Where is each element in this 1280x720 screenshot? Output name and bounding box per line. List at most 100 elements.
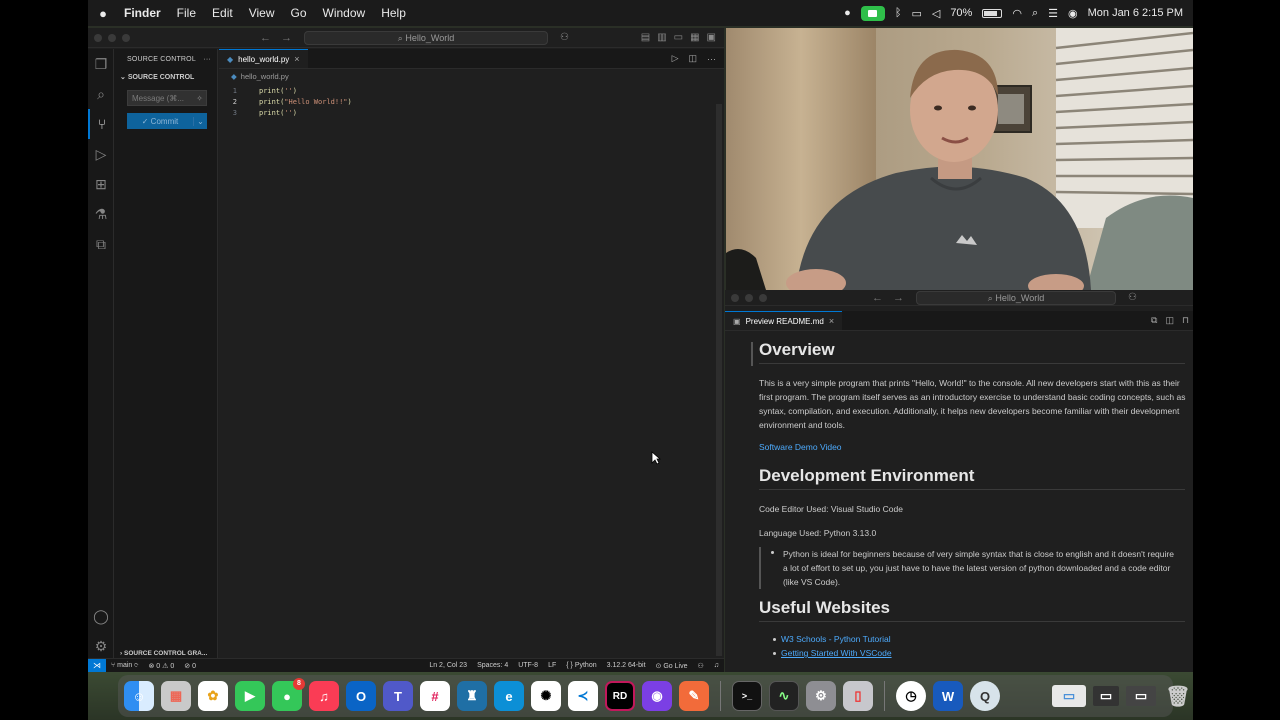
recent-window-icon[interactable]: ▭ — [1126, 686, 1156, 706]
word-icon[interactable]: W — [933, 681, 963, 711]
split-editor-icon[interactable]: ◫ — [1165, 315, 1174, 326]
back-arrow-icon[interactable]: ← — [260, 32, 271, 44]
code-line[interactable]: 2 print("Hello World!!") — [219, 96, 724, 107]
run-python-icon[interactable]: ▷ — [672, 53, 679, 64]
minimize-window-button[interactable] — [108, 33, 116, 42]
close-tab-icon[interactable]: × — [829, 316, 834, 326]
copilot-status-icon[interactable]: ⚇ — [692, 662, 708, 670]
github-desktop-alt-icon[interactable]: ♜ — [457, 681, 487, 711]
source-control-section[interactable]: ⌄ SOURCE CONTROL — [114, 69, 217, 85]
chatgpt-icon[interactable]: ✺ — [531, 681, 561, 711]
close-tab-icon[interactable]: × — [294, 54, 299, 64]
outlook-icon[interactable]: O — [346, 681, 376, 711]
language-mode[interactable]: { } Python — [561, 662, 601, 670]
w3schools-link[interactable]: W3 Schools - Python Tutorial — [773, 634, 891, 644]
system-settings-icon[interactable]: ⚙ — [806, 681, 836, 711]
messages-icon[interactable]: ● 8 — [272, 678, 305, 711]
clock-app-icon[interactable]: ◷ — [896, 681, 926, 711]
customize-layout-icon[interactable]: ▣ — [707, 32, 716, 43]
apple-menu-icon[interactable]: ● — [90, 6, 116, 21]
end-of-line[interactable]: LF — [543, 662, 561, 670]
rider-icon[interactable]: RD — [605, 681, 635, 711]
manage-gear-icon[interactable]: ⚙ — [88, 631, 114, 661]
toggle-sidebar-icon[interactable]: ▥ — [657, 32, 666, 43]
trash-icon[interactable]: 🗑 — [1163, 681, 1193, 711]
control-center-icon[interactable]: ☰ — [1048, 7, 1058, 20]
source-control-icon[interactable]: ⑂ — [88, 109, 114, 139]
slack-icon[interactable]: # — [420, 681, 450, 711]
encoding[interactable]: UTF-8 — [513, 662, 543, 670]
screenshot-window-icon[interactable]: ▭ — [1093, 686, 1119, 706]
bluetooth-icon[interactable]: ᛒ — [895, 7, 902, 19]
battery-icon[interactable] — [982, 8, 1003, 18]
github-desktop-icon[interactable]: ◉ — [642, 681, 672, 711]
copilot-icon[interactable]: ⚇ — [560, 32, 569, 43]
go-live-button[interactable]: ⊙ Go Live — [651, 662, 693, 670]
explorer-icon[interactable]: ❐ — [88, 49, 114, 79]
launchpad-icon[interactable]: ▦ — [161, 681, 191, 711]
facetime-icon[interactable]: ▶ — [235, 681, 265, 711]
menu-help[interactable]: Help — [373, 6, 414, 20]
spotlight-icon[interactable]: ⌕ — [1032, 7, 1038, 20]
split-editor-icon[interactable]: ◫ — [688, 53, 697, 64]
remote-explorer-icon[interactable]: ⧉ — [88, 229, 114, 259]
wifi-icon[interactable]: ◠ — [1012, 7, 1022, 20]
remote-indicator-icon[interactable]: ⋊ — [88, 658, 106, 673]
close-window-button[interactable] — [731, 293, 739, 302]
commit-message-input[interactable]: Message (⌘... ✧ — [127, 90, 207, 106]
testing-icon[interactable]: ⚗ — [88, 199, 114, 229]
commit-dropdown-icon[interactable]: ⌄ — [193, 116, 207, 126]
teams-icon[interactable]: T — [383, 681, 413, 711]
forward-arrow-icon[interactable]: → — [893, 292, 904, 304]
menu-view[interactable]: View — [241, 6, 283, 20]
more-actions-icon[interactable]: ··· — [203, 56, 217, 63]
menu-finder[interactable]: Finder — [116, 6, 169, 20]
zoom-window-button[interactable] — [759, 293, 767, 302]
editor-more-icon[interactable]: ··· — [707, 54, 716, 64]
code-editor[interactable]: 1 print('') 2 print("Hello World!!") 3 p… — [219, 83, 724, 118]
photos-icon[interactable]: ✿ — [198, 681, 228, 711]
terminal-icon[interactable]: >_ — [732, 681, 762, 711]
zoom-window-button[interactable] — [122, 33, 130, 42]
search-icon[interactable]: ⌕ — [88, 79, 114, 109]
ports-indicator[interactable]: ⊘ 0 — [179, 662, 201, 670]
extensions-icon[interactable]: ⊞ — [88, 169, 114, 199]
command-center-search[interactable]: ⌕ Hello_World — [916, 290, 1116, 305]
software-demo-video-link[interactable]: Software Demo Video — [759, 442, 842, 452]
copilot-icon[interactable]: ⚇ — [1128, 292, 1137, 303]
source-control-graph-section[interactable]: › SOURCE CONTROL GRA... — [120, 650, 207, 657]
camera-in-use-icon[interactable] — [860, 5, 885, 21]
cursor-position[interactable]: Ln 2, Col 23 — [424, 662, 472, 670]
toggle-panel-icon[interactable]: ▭ — [674, 32, 683, 43]
lock-icon[interactable]: ⊓ — [1182, 315, 1189, 326]
generate-message-icon[interactable]: ✧ — [196, 94, 206, 103]
record-icon[interactable]: ● — [844, 7, 851, 19]
back-arrow-icon[interactable]: ← — [872, 292, 883, 304]
sketch-pen-icon[interactable]: ✎ — [679, 681, 709, 711]
finder-icon[interactable]: ☺ — [124, 681, 154, 711]
close-window-button[interactable] — [94, 33, 102, 42]
menu-go[interactable]: Go — [283, 6, 315, 20]
commit-button[interactable]: ✓ Commit ⌄ — [127, 113, 207, 129]
command-center-search[interactable]: ⌕ Hello_World — [304, 30, 548, 45]
code-line[interactable]: 3 print('') — [219, 107, 724, 118]
account-icon[interactable]: ◯ — [88, 601, 114, 631]
iphone-mirroring-icon[interactable]: ▯ — [843, 681, 873, 711]
mute-icon[interactable]: ◁ — [932, 7, 940, 20]
display-icon[interactable]: ▭ — [911, 7, 921, 20]
clock[interactable]: Mon Jan 6 2:15 PM — [1088, 7, 1183, 19]
siri-icon[interactable]: ◉ — [1068, 7, 1078, 20]
quicktime-icon[interactable]: Q — [970, 681, 1000, 711]
run-debug-icon[interactable]: ▷ — [88, 139, 114, 169]
edge-icon[interactable]: e — [494, 681, 524, 711]
vscode-icon[interactable]: ≺ — [568, 681, 598, 711]
tab-preview-readme[interactable]: ▣ Preview README.md × — [725, 311, 843, 330]
branch-indicator[interactable]: ⑂ main ⟳ — [106, 662, 144, 669]
activity-monitor-icon[interactable]: ∿ — [769, 681, 799, 711]
python-interpreter[interactable]: 3.12.2 64-bit — [602, 662, 651, 670]
tab-hello-world[interactable]: ◆ hello_world.py × — [219, 49, 308, 68]
vscode-getting-started-link[interactable]: Getting Started With VSCode — [773, 648, 892, 658]
menu-window[interactable]: Window — [315, 6, 374, 20]
forward-arrow-icon[interactable]: → — [281, 32, 292, 44]
layout-icon[interactable]: ▤ — [641, 32, 650, 43]
